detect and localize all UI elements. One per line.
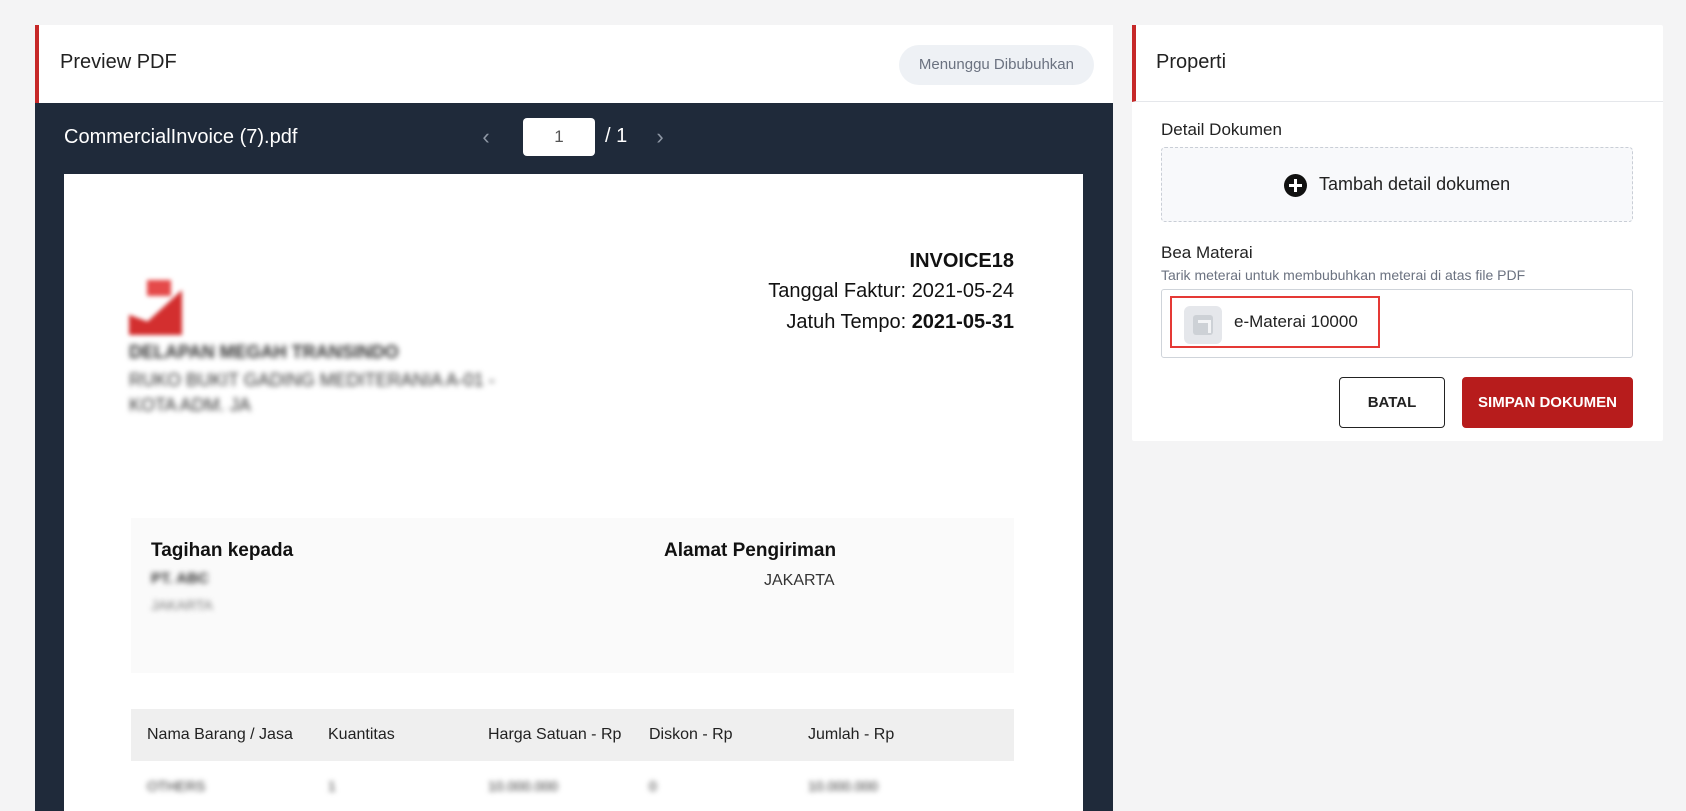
- invoice-due-date: Jatuh Tempo: 2021-05-31: [786, 311, 1014, 334]
- table-cell: 10.000.000: [808, 778, 879, 794]
- table-cell: 1: [328, 778, 336, 794]
- billing-section: Tagihan kepada PT. ABC JAKARTA Alamat Pe…: [131, 518, 1014, 673]
- ship-to-city: JAKARTA: [764, 572, 835, 589]
- detail-document-label: Detail Dokumen: [1161, 120, 1282, 139]
- invoice-date-label: Tanggal Faktur:: [768, 280, 912, 302]
- properties-title: Properti: [1156, 51, 1227, 73]
- table-cell: OTHERS: [147, 778, 206, 794]
- bill-to-city: JAKARTA: [151, 597, 213, 613]
- column-header: Harga Satuan - Rp: [488, 726, 622, 743]
- add-document-detail-button[interactable]: Tambah detail dokumen: [1161, 147, 1633, 222]
- invoice-date-value: 2021-05-24: [911, 280, 1014, 302]
- viewer-toolbar: CommercialInvoice (7).pdf ‹ / 1 ›: [35, 103, 1113, 173]
- file-name: CommercialInvoice (7).pdf: [64, 126, 298, 148]
- invoice-number: INVOICE18: [909, 250, 1014, 272]
- table-cell: 10.000.000: [488, 778, 559, 794]
- column-header: Diskon - Rp: [649, 726, 733, 743]
- company-address-line2: KOTA ADM. JA: [129, 395, 251, 415]
- ship-to-title: Alamat Pengiriman: [664, 540, 837, 561]
- plus-circle-icon: [1284, 174, 1307, 197]
- invoice-date: Tanggal Faktur: 2021-05-24: [768, 280, 1014, 303]
- e-materai-draggable[interactable]: e-Materai 10000: [1170, 296, 1380, 348]
- company-logo: [129, 280, 182, 335]
- column-header: Jumlah - Rp: [808, 726, 895, 743]
- invoice-due-label: Jatuh Tempo:: [786, 311, 912, 333]
- company-address-line1: RUKO BUKIT GADING MEDITERANIA A-01 -: [129, 370, 495, 390]
- cancel-button[interactable]: BATAL: [1339, 377, 1445, 428]
- save-document-button[interactable]: SIMPAN DOKUMEN: [1462, 377, 1633, 428]
- properties-header: Properti: [1132, 25, 1663, 102]
- invoice-due-value: 2021-05-31: [911, 311, 1014, 333]
- pdf-viewer: CommercialInvoice (7).pdf ‹ / 1 › DELAPA…: [35, 103, 1113, 811]
- stamp-container: e-Materai 10000: [1161, 289, 1633, 358]
- stamp-hint: Tarik meterai untuk membubuhkan meterai …: [1161, 267, 1526, 283]
- page-number-input[interactable]: [523, 118, 595, 156]
- column-header: Nama Barang / Jasa: [147, 726, 293, 743]
- preview-header: Preview PDF Menunggu Dibubuhkan: [35, 25, 1113, 103]
- column-header: Kuantitas: [328, 726, 395, 743]
- chevron-left-icon[interactable]: ‹: [474, 123, 498, 151]
- items-table-header: Nama Barang / Jasa Kuantitas Harga Satua…: [131, 709, 1014, 761]
- stamp-icon: [1184, 306, 1222, 344]
- status-badge: Menunggu Dibubuhkan: [898, 45, 1094, 85]
- stamp-duty-label: Bea Materai: [1161, 243, 1253, 262]
- e-materai-label: e-Materai 10000: [1234, 312, 1358, 331]
- add-document-detail-label: Tambah detail dokumen: [1319, 174, 1511, 194]
- pdf-page[interactable]: DELAPAN MEGAH TRANSINDO RUKO BUKIT GADIN…: [64, 174, 1083, 811]
- properties-panel: Properti Detail Dokumen Tambah detail do…: [1132, 25, 1663, 441]
- chevron-right-icon[interactable]: ›: [648, 123, 672, 151]
- page-total: / 1: [605, 125, 628, 147]
- preview-panel: Preview PDF Menunggu Dibubuhkan Commerci…: [35, 25, 1113, 811]
- preview-title: Preview PDF: [60, 51, 177, 73]
- company-name: DELAPAN MEGAH TRANSINDO: [129, 342, 399, 362]
- bill-to-name: PT. ABC: [151, 570, 209, 587]
- bill-to-title: Tagihan kepada: [151, 540, 294, 561]
- table-cell: 0: [649, 778, 657, 794]
